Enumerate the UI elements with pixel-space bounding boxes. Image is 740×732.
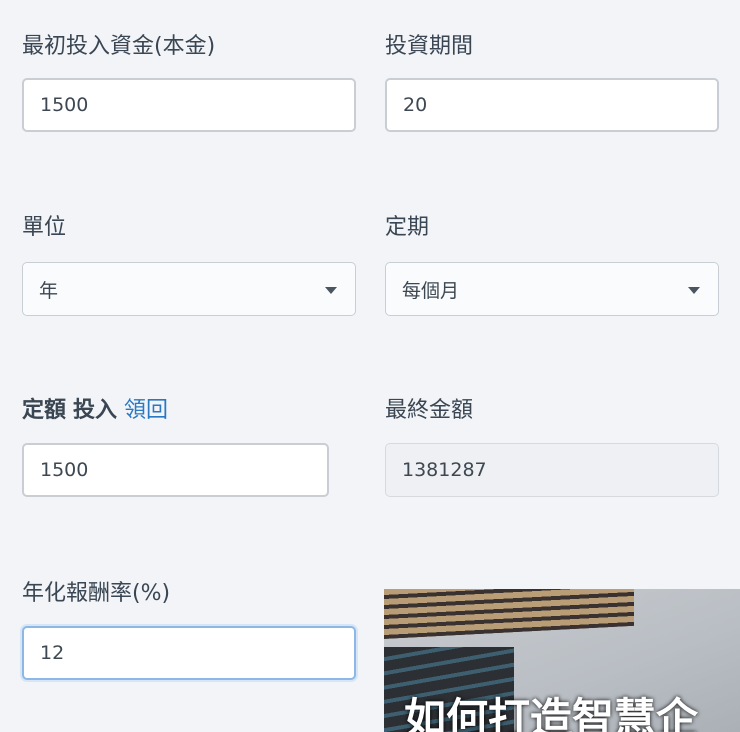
withdraw-toggle-link[interactable]: 領回	[124, 398, 168, 423]
initial-label: 最初投入資金(本金)	[22, 34, 216, 59]
ad-banner[interactable]: 如何打造智慧企	[384, 589, 740, 732]
fixed-label-a: 定額	[22, 398, 67, 423]
chevron-down-icon	[325, 287, 337, 294]
fixed-label-b: 投入	[73, 398, 118, 423]
period-input[interactable]: 20	[385, 78, 719, 132]
rate-input[interactable]: 12	[22, 626, 356, 680]
final-amount-output: 1381287	[385, 443, 719, 497]
unit-label: 單位	[22, 215, 67, 240]
unit-value: 年	[39, 279, 59, 302]
initial-input[interactable]: 1500	[22, 78, 356, 132]
rate-label: 年化報酬率(%)	[22, 581, 171, 606]
ad-caption: 如何打造智慧企	[404, 694, 699, 732]
final-label: 最終金額	[385, 398, 474, 423]
fixed-label: 定額 投入 領回	[22, 392, 168, 424]
frequency-label: 定期	[385, 215, 430, 240]
fixed-amount-input[interactable]: 1500	[22, 443, 329, 497]
frequency-select[interactable]: 每個月	[385, 262, 719, 316]
frequency-value: 每個月	[402, 279, 460, 302]
building-image	[384, 589, 634, 639]
chevron-down-icon	[688, 287, 700, 294]
unit-select[interactable]: 年	[22, 262, 356, 316]
period-label: 投資期間	[385, 34, 474, 59]
